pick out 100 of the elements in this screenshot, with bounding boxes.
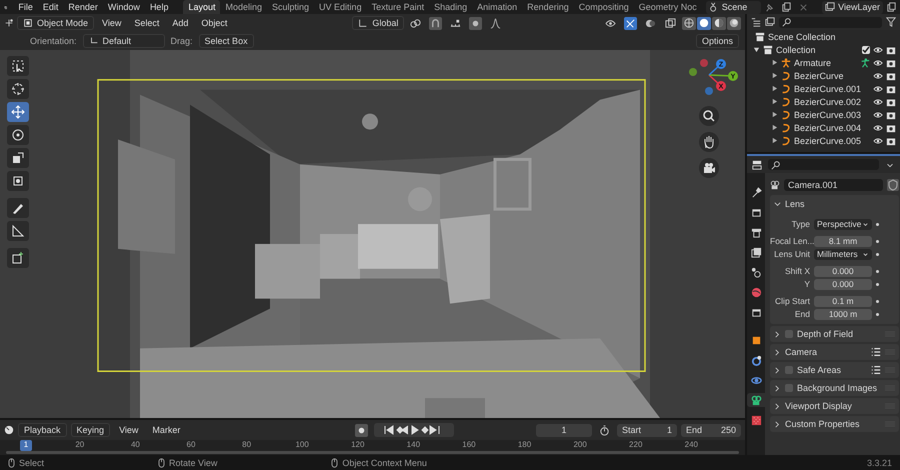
object-label[interactable]: BezierCurve.001 (794, 84, 862, 94)
camera-icon[interactable] (886, 122, 896, 132)
camera-icon[interactable] (886, 136, 896, 146)
disclosure-triangle-icon[interactable] (771, 124, 778, 131)
workspace-tab[interactable]: Texture Paint (366, 0, 430, 14)
number-field[interactable]: 0.1 m (814, 296, 872, 306)
menu-item[interactable]: Marker (147, 425, 186, 435)
timeline-menu-dropdown[interactable]: Playback (18, 423, 67, 437)
shading-mode-button[interactable] (697, 16, 711, 30)
number-field[interactable]: 1000 m (814, 308, 872, 320)
shield-icon[interactable] (887, 179, 900, 191)
move-tool-button[interactable] (7, 102, 29, 122)
menu-item[interactable]: Render (63, 2, 103, 12)
filter-icon[interactable] (886, 17, 896, 27)
proportional-edit-icon[interactable] (469, 16, 482, 30)
copy-icon[interactable] (780, 0, 794, 14)
workspace-tab[interactable]: Layout (183, 0, 220, 14)
end-frame-field[interactable]: End 250 (681, 424, 741, 436)
presets-list-icon[interactable] (871, 365, 882, 375)
drag-dropdown[interactable]: Select Box (198, 34, 254, 48)
add-cube-tool-button[interactable] (7, 248, 29, 268)
workspace-tab[interactable]: Geometry Noc (634, 0, 702, 14)
camera-icon[interactable] (886, 58, 896, 68)
rotate-tool-button[interactable] (7, 125, 29, 145)
current-frame-marker[interactable]: 1 (20, 440, 32, 451)
workspace-tab[interactable]: Sculpting (267, 0, 314, 14)
properties-type-icon[interactable] (752, 160, 762, 170)
stopwatch-icon[interactable] (598, 424, 611, 436)
lens-panel-header[interactable]: Lens (770, 195, 900, 213)
pivot-icon[interactable] (409, 16, 422, 30)
camera-icon[interactable] (886, 96, 896, 106)
object-label[interactable]: BezierCurve.005 (794, 136, 862, 146)
transform-orientation-dropdown[interactable]: Global (352, 16, 404, 30)
menu-item[interactable]: Select (129, 18, 164, 28)
zoom-icon[interactable] (699, 106, 719, 126)
eye-icon[interactable] (873, 110, 883, 120)
clock-icon[interactable] (4, 425, 14, 435)
editor-type-icon[interactable] (4, 18, 14, 28)
copy-icon[interactable] (885, 0, 898, 14)
cursor-tool-button[interactable] (7, 79, 29, 99)
disclosure-triangle-icon[interactable] (771, 85, 778, 92)
camera-data-icon[interactable] (770, 180, 780, 190)
shading-mode-button[interactable] (682, 16, 696, 30)
start-frame-field[interactable]: Start 1 (617, 424, 677, 436)
options-dropdown[interactable]: Options (696, 34, 739, 48)
property-dropdown[interactable]: Millimeters (814, 248, 872, 260)
menu-item[interactable]: View (97, 18, 126, 28)
orientation-dropdown[interactable]: Default (82, 34, 165, 48)
panel-header[interactable]: Viewport Display (770, 398, 900, 414)
keyframe-dot-icon[interactable] (876, 282, 879, 286)
xray-icon[interactable] (664, 16, 677, 30)
eye-icon[interactable] (873, 44, 883, 54)
eye-icon[interactable] (873, 70, 883, 80)
record-icon[interactable] (355, 424, 368, 436)
keyframe-dot-icon[interactable] (876, 312, 879, 316)
disclosure-triangle-icon[interactable] (771, 111, 778, 118)
exclude-checkbox[interactable] (862, 46, 870, 54)
view-layer-selector[interactable]: ViewLayer (822, 0, 883, 14)
camera-icon[interactable] (886, 70, 896, 80)
workspace-tab[interactable]: Shading (429, 0, 472, 14)
disclosure-triangle-icon[interactable] (771, 72, 778, 79)
transform-tool-button[interactable] (7, 171, 29, 191)
object-label[interactable]: Armature (794, 58, 832, 68)
camera-icon[interactable] (886, 110, 896, 120)
panel-checkbox[interactable] (785, 330, 793, 338)
scene-selector[interactable]: Scene (706, 0, 762, 14)
eye-icon[interactable] (873, 84, 883, 94)
eye-icon[interactable] (873, 96, 883, 106)
gizmo-toggle-icon[interactable] (624, 16, 637, 30)
shading-mode-button[interactable] (727, 16, 741, 30)
mode-dropdown[interactable]: Object Mode (17, 16, 94, 30)
presets-list-icon[interactable] (871, 347, 882, 357)
disclosure-triangle-icon[interactable] (753, 46, 760, 53)
workspace-tab[interactable]: Modeling (220, 0, 268, 14)
keyframe-dot-icon[interactable] (876, 240, 879, 242)
panel-checkbox[interactable] (785, 384, 793, 392)
object-label[interactable]: BezierCurve.002 (794, 96, 862, 106)
object-label[interactable]: BezierCurve.004 (794, 122, 862, 132)
measure-tool-button[interactable] (7, 221, 29, 241)
current-frame-field[interactable]: 1 (536, 424, 592, 436)
panel-header[interactable]: Custom Properties (770, 416, 900, 432)
properties-search-field[interactable] (768, 159, 879, 170)
number-field[interactable]: 8.1 mm (814, 236, 872, 246)
number-field[interactable]: 0.000 (814, 266, 872, 276)
menu-item[interactable]: Object (196, 18, 232, 28)
disclosure-triangle-icon[interactable] (771, 98, 778, 105)
scale-tool-button[interactable] (7, 148, 29, 168)
property-dropdown[interactable]: Perspective (814, 218, 872, 230)
eye-icon[interactable] (873, 136, 883, 146)
workspace-tab[interactable]: Animation (472, 0, 522, 14)
menu-item[interactable]: File (13, 2, 38, 12)
panel-header[interactable]: Camera (770, 344, 900, 360)
workspace-tab[interactable]: Compositing (574, 0, 634, 14)
falloff-icon[interactable] (489, 16, 502, 30)
keyframe-dot-icon[interactable] (876, 222, 879, 226)
hand-icon[interactable] (699, 132, 719, 152)
outliner-search-field[interactable] (779, 16, 882, 28)
pose-icon[interactable] (860, 58, 870, 68)
object-label[interactable]: BezierCurve.003 (794, 110, 862, 120)
shading-mode-button[interactable] (712, 16, 726, 30)
